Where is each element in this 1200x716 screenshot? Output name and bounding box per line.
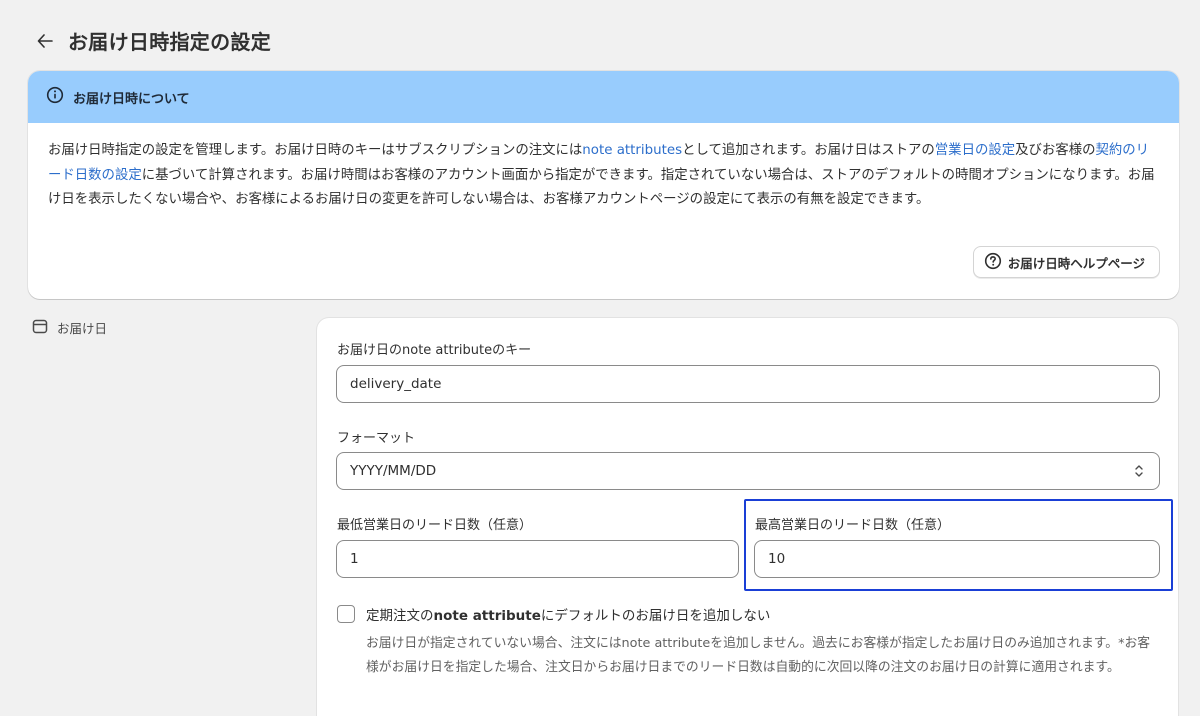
no-default-date-checkbox[interactable] [337,605,355,623]
select-chevron-icon [1133,463,1145,483]
back-arrow-icon[interactable] [36,32,54,50]
page-header: お届け日時指定の設定 [36,26,271,55]
format-select[interactable]: YYYY/MM/DD [336,452,1160,490]
format-field-label: フォーマット [337,431,416,446]
banner-body: お届け日時指定の設定を管理します。お届け日時のキーはサブスクリプションの注文には… [28,123,1179,213]
min-lead-days-input[interactable]: 1 [336,540,739,578]
max-lead-days-value: 10 [768,551,786,567]
max-lead-days-input[interactable]: 10 [754,540,1160,578]
min-lead-days-label: 最低営業日のリード日数（任意） [337,518,533,533]
key-field-label: お届け日のnote attributeのキー [337,343,532,358]
help-page-button-label: お届け日時ヘルプページ [1007,255,1145,271]
banner-text: 及びお客様の [1015,143,1096,158]
min-lead-days-value: 1 [350,551,359,567]
checkbox-help-text: お届け日が指定されていない場合、注文にはnote attributeを追加しませ… [366,636,1151,675]
question-circle-icon [984,252,1002,273]
checkbox-label-prefix: 定期注文の [366,608,434,624]
note-attributes-link[interactable]: note attributes [582,143,682,158]
note-attribute-key-input[interactable]: delivery_date [336,365,1160,403]
info-banner: お届け日時について お届け日時指定の設定を管理します。お届け日時のキーはサブスク… [28,71,1179,299]
info-icon [46,86,64,108]
banner-title: お届け日時について [73,91,190,107]
banner-text: として追加されます。お届け日はストアの [682,143,935,158]
format-select-value: YYYY/MM/DD [350,463,437,479]
calendar-icon [32,318,48,337]
banner-text: に基づいて計算されます。お届け時間はお客様のアカウント画面から指定ができます。指… [48,167,1155,208]
business-days-settings-link[interactable]: 営業日の設定 [935,143,1015,158]
banner-text: お届け日時指定の設定を管理します。お届け日時のキーはサブスクリプションの注文には [48,143,583,158]
checkbox-label-suffix: にデフォルトのお届け日を追加しない [540,608,771,624]
help-page-button[interactable]: お届け日時ヘルプページ [972,246,1160,278]
note-attribute-key-value: delivery_date [350,376,442,392]
checkbox-label-bold: note attribute [433,608,541,624]
section-label-text: お届け日 [57,321,108,336]
page-title: お届け日時指定の設定 [68,30,271,54]
section-label-delivery-date: お届け日 [32,318,107,337]
no-default-date-checkbox-label[interactable]: 定期注文のnote attributeにデフォルトのお届け日を追加しない [366,604,770,624]
banner-header: お届け日時について [28,71,1179,123]
max-lead-days-label: 最高営業日のリード日数（任意） [755,518,951,533]
